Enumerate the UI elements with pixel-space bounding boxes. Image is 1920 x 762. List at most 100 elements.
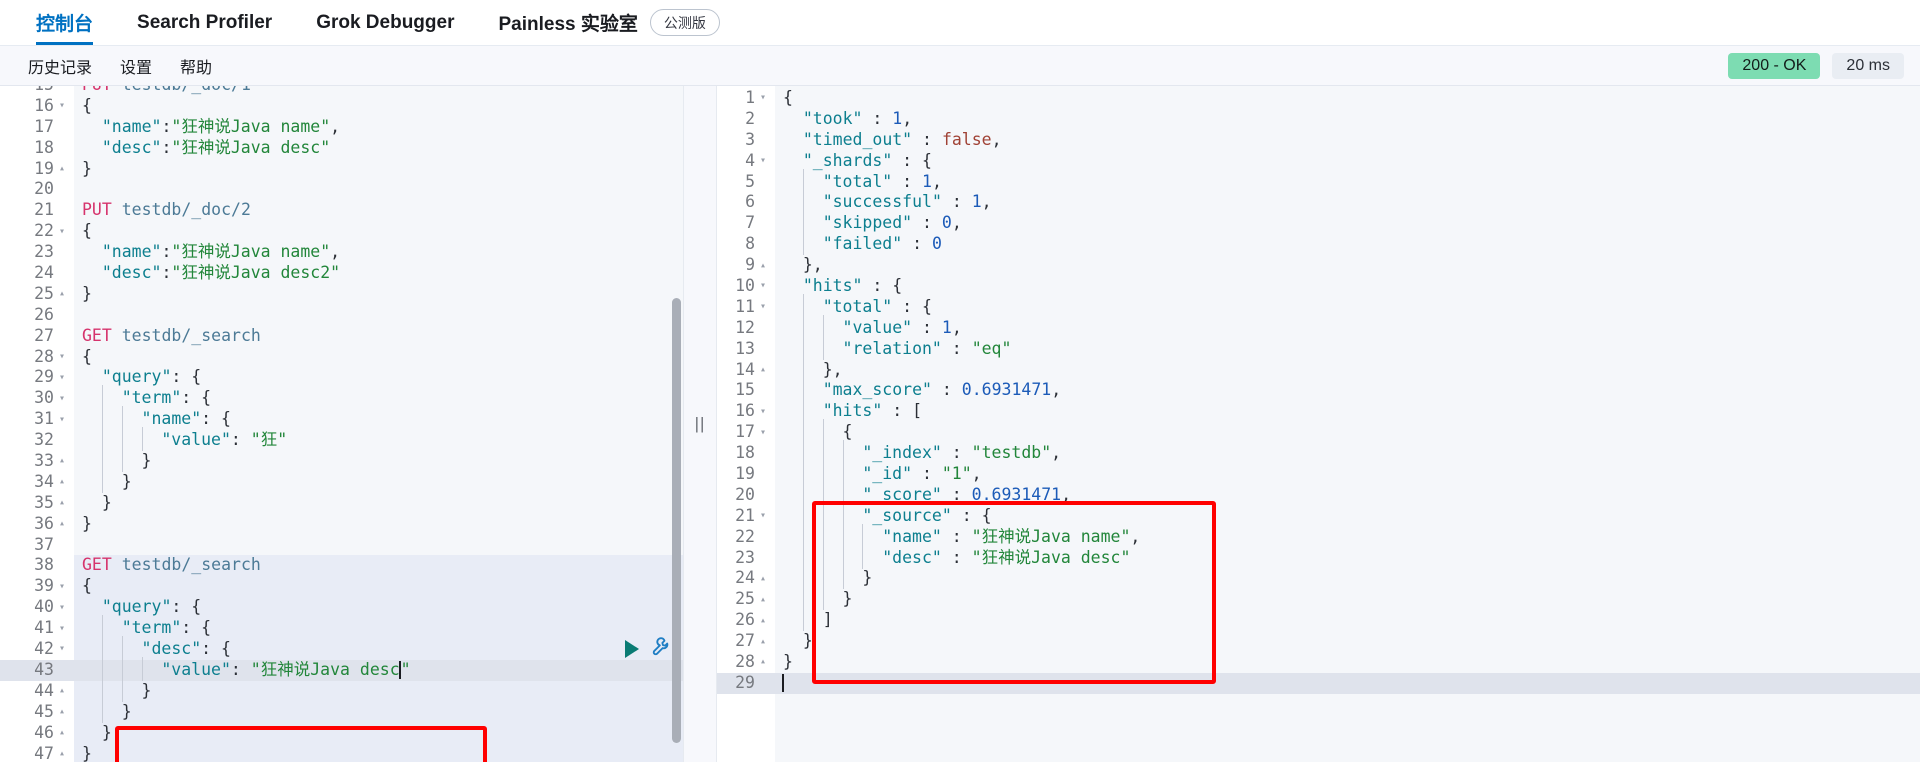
response-line-content[interactable]: "value" : 1, <box>775 314 1920 339</box>
response-line-content[interactable]: "total" : { <box>775 293 1920 318</box>
response-line-content[interactable]: "total" : 1, <box>775 168 1920 193</box>
fold-toggle-icon[interactable]: ▴ <box>755 365 771 375</box>
request-line-content[interactable]: PUT testdb/_doc/2 <box>74 200 683 221</box>
request-line-content[interactable]: "name": "狂神说Java name", <box>74 117 683 138</box>
response-line-number[interactable]: 27 ▴ <box>717 631 775 653</box>
fold-toggle-icon[interactable]: ▴ <box>54 164 70 174</box>
request-line[interactable]: 24 "desc": "狂神说Java desc2" <box>0 263 683 284</box>
response-line-number[interactable]: 21 ▾ <box>717 505 775 527</box>
response-line-number[interactable]: 9 ▴ <box>717 255 775 277</box>
request-line-number[interactable]: 47 ▴ <box>0 743 74 762</box>
fold-toggle-icon[interactable]: ▾ <box>54 393 70 404</box>
request-line[interactable]: 46 ▴ } <box>0 722 683 744</box>
response-line[interactable]: 13 "relation" : "eq" <box>717 335 1920 360</box>
response-line[interactable]: 7 "skipped" : 0, <box>717 210 1920 235</box>
request-line-content[interactable]: "query": { <box>74 367 683 388</box>
request-code-scroll[interactable]: 15PUT testdb/_doc/116▾{17 "name":"狂神说Jav… <box>0 86 683 762</box>
response-line[interactable]: 4 ▾ "_shards" : { <box>717 150 1920 172</box>
request-pane[interactable]: 15PUT testdb/_doc/116▾{17 "name":"狂神说Jav… <box>0 86 683 762</box>
response-line-content[interactable]: } <box>775 565 1920 590</box>
response-line[interactable]: 22 "name" : "狂神说Java name", <box>717 523 1920 548</box>
fold-toggle-icon[interactable]: ▾ <box>54 414 70 425</box>
response-line-number[interactable]: 18 <box>717 443 775 465</box>
response-line[interactable]: 3 "timed_out" : false, <box>717 129 1920 151</box>
response-line-content[interactable]: "max_score" : 0.6931471, <box>775 377 1920 402</box>
request-line[interactable]: 17 "name": "狂神说Java name", <box>0 116 683 138</box>
response-line-content[interactable]: "hits" : { <box>775 276 1920 297</box>
response-line[interactable]: 12 "value" : 1, <box>717 314 1920 339</box>
fold-toggle-icon[interactable]: ▾ <box>54 372 70 383</box>
response-line-number[interactable]: 23 <box>717 547 775 569</box>
request-line-content[interactable]: } <box>74 159 683 180</box>
request-line-content[interactable]: } <box>74 723 683 744</box>
response-line-number[interactable]: 8 <box>717 234 775 256</box>
request-line-number[interactable]: 46 ▴ <box>0 722 74 744</box>
request-line-content[interactable]: GET testdb/_search <box>74 555 683 576</box>
topnav-item-2[interactable]: Grok Debugger <box>294 0 476 45</box>
request-line-number[interactable]: 40 ▾ <box>0 597 74 619</box>
fold-toggle-icon[interactable]: ▾ <box>54 623 70 634</box>
response-line[interactable]: 28 ▴} <box>717 652 1920 673</box>
response-line-content[interactable]: }, <box>775 356 1920 381</box>
request-line-number[interactable]: 19 ▴ <box>0 158 74 180</box>
request-line-number[interactable]: 16 ▾ <box>0 95 74 117</box>
response-line-content[interactable]: "_index" : "testdb", <box>775 440 1920 465</box>
response-line-content[interactable]: } <box>775 652 1920 673</box>
request-line[interactable]: 28 ▾ { <box>0 346 683 368</box>
response-line-number[interactable]: 17 ▾ <box>717 422 775 444</box>
response-line-content[interactable] <box>775 673 1920 694</box>
request-line-content[interactable]: { <box>74 576 683 597</box>
response-line-number[interactable]: 29 <box>717 672 775 694</box>
request-line-number[interactable]: 28 ▾ <box>0 346 74 368</box>
fold-toggle-icon[interactable]: ▾ <box>54 644 70 654</box>
response-pane[interactable]: 1 ▾{2 "took" : 1,3 "timed_out" : false, 4 ▾… <box>717 86 1920 762</box>
response-code-scroll[interactable]: 1 ▾{2 "took" : 1,3 "timed_out" : false, 4 ▾… <box>717 86 1920 762</box>
response-line-number[interactable]: 6 <box>717 192 775 214</box>
fold-toggle-icon[interactable]: ▾ <box>54 226 70 237</box>
fold-toggle-icon[interactable]: ▴ <box>755 594 771 605</box>
request-line-number[interactable]: 24 <box>0 263 74 284</box>
request-line-number[interactable]: 37 <box>0 534 74 556</box>
fold-toggle-icon[interactable]: ▴ <box>54 519 70 529</box>
response-line-number[interactable]: 15 <box>717 380 775 402</box>
fold-toggle-icon[interactable]: ▴ <box>54 477 70 487</box>
request-line-number[interactable]: 43 <box>0 659 74 681</box>
request-line-content[interactable]: "name": "狂神说Java name", <box>74 242 683 263</box>
topnav-item-0[interactable]: 控制台 <box>14 0 115 45</box>
response-line-content[interactable]: } <box>775 631 1920 652</box>
request-line[interactable]: 34 ▴ } <box>0 468 683 493</box>
response-line-content[interactable]: "timed_out" : false, <box>775 130 1920 151</box>
response-line-content[interactable]: }, <box>775 255 1920 276</box>
response-line[interactable]: 26 ▴ ] <box>717 607 1920 632</box>
request-line-content[interactable]: } <box>74 677 683 702</box>
request-line-number[interactable]: 23 <box>0 242 74 264</box>
response-line-content[interactable]: "_source" : { <box>775 502 1920 527</box>
response-line[interactable]: 27 ▴ } <box>717 631 1920 653</box>
response-line-number[interactable]: 4 ▾ <box>717 150 775 172</box>
response-line-number[interactable]: 11 ▾ <box>717 296 775 318</box>
request-line-content[interactable]: "desc": "狂神说Java desc" <box>74 138 683 159</box>
request-line[interactable]: 36 ▴} <box>0 513 683 535</box>
subnav-item-1[interactable]: 设置 <box>106 54 166 78</box>
request-line-content[interactable]: "desc": { <box>74 636 683 660</box>
request-line-content[interactable]: } <box>74 448 683 472</box>
response-line-number[interactable]: 14 ▴ <box>717 359 775 381</box>
response-line-content[interactable]: "hits" : [ <box>775 398 1920 423</box>
request-line-content[interactable]: "value": "狂" <box>74 427 683 452</box>
request-line-content[interactable]: "value": "狂神说Java desc " <box>74 656 683 681</box>
request-line[interactable]: 16 ▾ { <box>0 95 683 117</box>
response-line-number[interactable]: 12 <box>717 317 775 339</box>
response-line-number[interactable]: 25 ▴ <box>717 589 775 611</box>
request-line-content[interactable] <box>74 179 683 200</box>
response-line-content[interactable]: { <box>775 419 1920 444</box>
fold-toggle-icon[interactable]: ▾ <box>54 101 70 111</box>
request-action-icons[interactable] <box>625 635 673 662</box>
fold-toggle-icon[interactable]: ▾ <box>755 93 771 103</box>
request-line-content[interactable]: { <box>74 347 683 368</box>
response-line[interactable]: 25 ▴ } <box>717 586 1920 611</box>
response-line[interactable]: 20 "_score" : 0.6931471, <box>717 481 1920 506</box>
request-line-number[interactable]: 27 <box>0 325 74 347</box>
request-line[interactable]: 25 ▴} <box>0 283 683 305</box>
splitter-grip[interactable]: || <box>695 414 706 434</box>
fold-toggle-icon[interactable]: ▴ <box>755 657 771 667</box>
